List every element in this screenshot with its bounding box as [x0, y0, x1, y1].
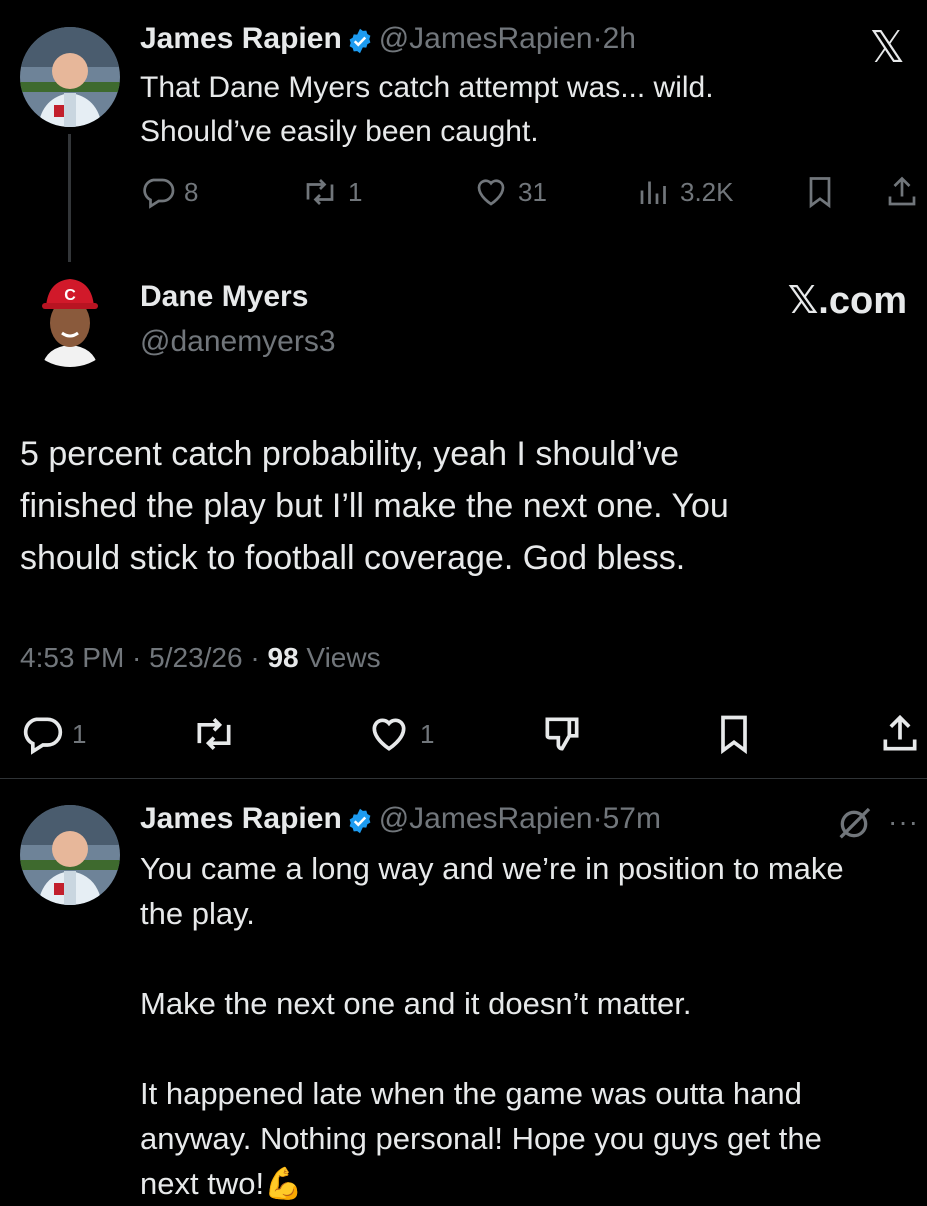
- bookmark-icon: [809, 177, 831, 209]
- divider: [0, 778, 927, 779]
- bookmark-button[interactable]: [802, 174, 838, 210]
- tweet-text-line: finished the play but I’ll make the next…: [20, 487, 729, 525]
- reply-count: 1: [72, 718, 87, 749]
- thread-connector: [68, 134, 71, 262]
- retweet-button[interactable]: 1: [300, 174, 362, 210]
- share-button[interactable]: [878, 712, 922, 756]
- tweet3-text: You came a long way and we’re in positio…: [140, 846, 844, 1206]
- tweet-text-line: That Dane Myers catch attempt was... wil…: [140, 71, 714, 104]
- author-handle[interactable]: @JamesRapien: [379, 22, 593, 55]
- svg-text:C: C: [64, 287, 76, 304]
- tweet-text-line: anyway. Nothing personal! Hope you guys …: [140, 1121, 822, 1156]
- reply-button[interactable]: 8: [140, 174, 198, 210]
- retweet-icon: [197, 718, 231, 750]
- verified-badge-icon: [346, 807, 374, 840]
- reply-count: 8: [184, 176, 199, 207]
- x-logo-icon[interactable]: 𝕏: [870, 22, 905, 73]
- heart-icon: [477, 179, 505, 206]
- tweet-time[interactable]: 2h: [603, 22, 636, 55]
- view-count: 3.2K: [680, 176, 734, 207]
- tweet-text-line: Should’ve easily been caught.: [140, 115, 539, 148]
- tweet-text-line: You came a long way and we’re in positio…: [140, 851, 844, 886]
- dislike-button[interactable]: [540, 712, 584, 756]
- verified-badge-icon: [346, 27, 374, 60]
- author-name[interactable]: James Rapien: [140, 22, 342, 55]
- dot-separator: ·: [592, 22, 603, 55]
- tweet2-text: 5 percent catch probability, yeah I shou…: [20, 428, 729, 584]
- tweet-text-blank: [140, 936, 844, 981]
- tweet-meta: 4:53 PM · 5/23/26 · 98 Views: [20, 642, 381, 674]
- share-icon: [888, 176, 916, 206]
- avatar-james-rapien[interactable]: [20, 805, 120, 905]
- avatar-dane-myers[interactable]: C: [20, 267, 120, 367]
- tweet-text-line: 5 percent catch probability, yeah I shou…: [20, 435, 679, 473]
- tweet-time[interactable]: 57m: [603, 802, 661, 835]
- heart-icon: [372, 718, 406, 751]
- reply-icon: [23, 717, 63, 755]
- tweet1-header: James Rapien @JamesRapien·2h: [140, 22, 636, 60]
- like-button[interactable]: 31: [472, 174, 547, 210]
- reply-button[interactable]: 1: [20, 712, 86, 756]
- bookmark-icon: [721, 715, 747, 755]
- tweet-text-line: the play.: [140, 896, 255, 931]
- reply-icon: [143, 178, 175, 209]
- tweet1-text: That Dane Myers catch attempt was... wil…: [140, 66, 714, 154]
- tweet-text-line: should stick to football coverage. God b…: [20, 539, 686, 577]
- tweet-text-line: Make the next one and it doesn’t matter.: [140, 986, 692, 1021]
- like-count: 1: [420, 718, 435, 749]
- avatar-james-rapien[interactable]: [20, 27, 120, 127]
- retweet-icon: [306, 179, 334, 205]
- timestamp[interactable]: 4:53 PM · 5/23/26 ·: [20, 642, 267, 673]
- views-label: Views: [298, 642, 381, 673]
- author-name[interactable]: Dane Myers: [140, 280, 308, 314]
- share-icon: [883, 714, 917, 751]
- dot-separator: ·: [592, 802, 603, 835]
- tweet-text-blank: [140, 1026, 844, 1071]
- like-button[interactable]: 1: [366, 712, 434, 756]
- author-name[interactable]: James Rapien: [140, 802, 342, 835]
- tweet-text-line: next two!💪: [140, 1166, 303, 1201]
- bookmark-button[interactable]: [712, 712, 756, 756]
- thumbs-down-icon: [545, 717, 579, 751]
- more-options-icon[interactable]: ···: [888, 806, 919, 838]
- like-count: 31: [518, 176, 547, 207]
- views-button[interactable]: 3.2K: [636, 174, 734, 210]
- share-button[interactable]: [884, 174, 920, 210]
- tweet3-header: James Rapien @JamesRapien·57m: [140, 802, 661, 840]
- views-count: 98: [267, 642, 299, 673]
- x-com-logo: 𝕏.com: [787, 280, 907, 322]
- grok-icon[interactable]: [834, 804, 874, 849]
- retweet-count: 1: [348, 176, 363, 207]
- author-handle[interactable]: @danemyers3: [140, 325, 336, 359]
- tweet-text-line: It happened late when the game was outta…: [140, 1076, 802, 1111]
- analytics-icon: [640, 181, 666, 204]
- author-handle[interactable]: @JamesRapien: [379, 802, 593, 835]
- retweet-button[interactable]: [190, 712, 238, 756]
